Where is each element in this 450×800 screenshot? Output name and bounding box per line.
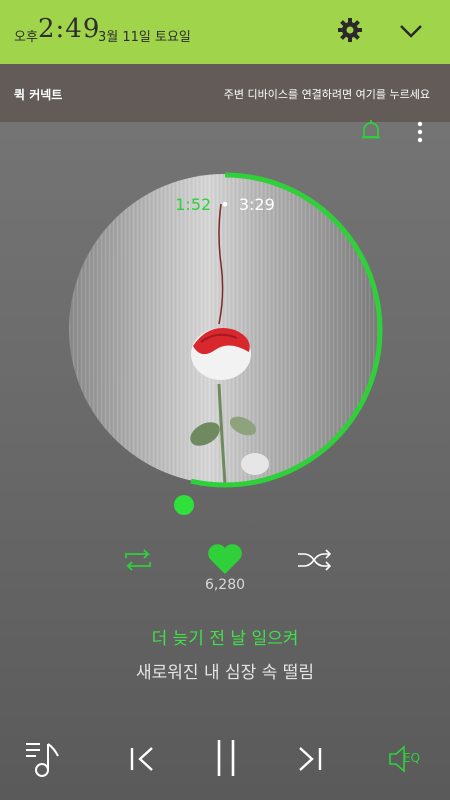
status-bar: 오후 2:49 3월 11일 토요일 xyxy=(0,0,450,64)
status-date: 3월 11일 토요일 xyxy=(98,30,191,45)
quick-connect-hint: 주변 디바이스를 연결하려면 여기를 누르세요 xyxy=(223,88,430,101)
like-count: 6,280 xyxy=(204,577,246,593)
lyric-current-line[interactable]: 더 늦기 전 날 일으켜 xyxy=(0,624,450,649)
status-clock: 2:49 xyxy=(38,14,101,44)
next-icon[interactable] xyxy=(294,744,324,774)
playlist-icon[interactable] xyxy=(24,738,64,778)
bell-icon[interactable] xyxy=(358,118,384,144)
album-art-container xyxy=(65,170,385,490)
previous-icon[interactable] xyxy=(128,744,158,774)
lyric-next-line[interactable]: 새로워진 내 심장 속 떨림 xyxy=(0,658,450,683)
shuffle-icon[interactable] xyxy=(296,548,332,572)
seek-handle[interactable] xyxy=(174,495,194,515)
status-ampm: 오후 xyxy=(14,30,38,45)
current-time: 1:52 xyxy=(175,195,212,214)
chevron-down-icon[interactable] xyxy=(398,18,424,44)
playback-time: 1:52 • 3:29 xyxy=(0,195,450,214)
eq-label: EQ xyxy=(403,751,421,765)
total-time: 3:29 xyxy=(238,195,275,214)
heart-icon[interactable] xyxy=(206,542,244,576)
gear-icon[interactable] xyxy=(336,16,364,44)
equalizer-icon[interactable]: EQ xyxy=(388,744,428,774)
pause-icon[interactable] xyxy=(213,738,239,778)
quick-connect-bar[interactable]: 퀵 커넥트 주변 디바이스를 연결하려면 여기를 누르세요 xyxy=(0,64,450,122)
progress-ring[interactable] xyxy=(65,170,385,490)
repeat-icon[interactable] xyxy=(120,548,156,572)
quick-connect-title: 퀵 커넥트 xyxy=(14,88,63,102)
time-separator: • xyxy=(220,195,230,214)
more-vertical-icon[interactable] xyxy=(410,120,430,146)
